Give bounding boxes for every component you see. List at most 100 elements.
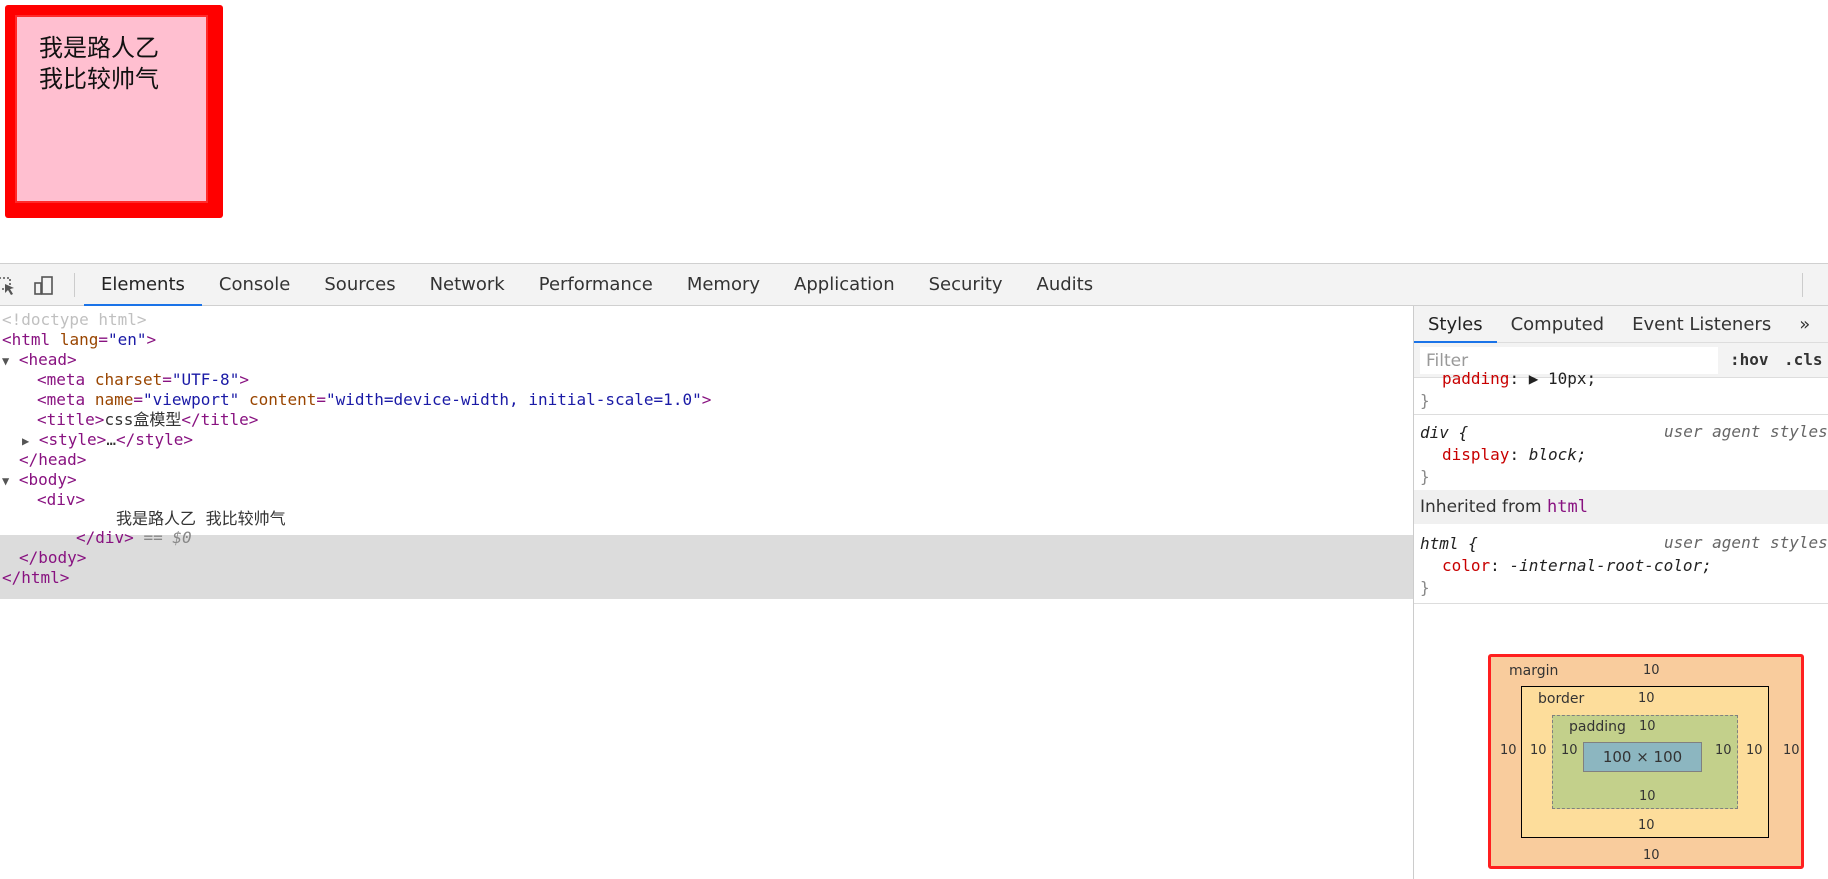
rule-close-brace: } (1420, 577, 1430, 599)
meta-tag: <meta (37, 390, 86, 409)
tab-event-listeners[interactable]: Event Listeners (1618, 306, 1785, 343)
tab-audits[interactable]: Audits (1020, 264, 1111, 306)
margin-bottom-value[interactable]: 10 (1643, 848, 1660, 863)
rule-color-line[interactable]: color: -internal-root-color; (1442, 555, 1712, 577)
tab-performance[interactable]: Performance (522, 264, 670, 306)
meta-attr-name: charset (94, 370, 163, 389)
style-open-tag: <style> (38, 430, 107, 449)
head-open-tag: <head> (18, 350, 77, 369)
demo-div-margin-area: 我是路人乙 我比较帅气 (5, 5, 223, 218)
tab-memory[interactable]: Memory (670, 264, 777, 306)
div-close-tag: </div> (76, 528, 134, 547)
inherited-label: Inherited from (1420, 497, 1542, 517)
margin-left-value[interactable]: 10 (1500, 743, 1517, 758)
inherited-tag-link[interactable]: html (1547, 497, 1588, 517)
inherited-from-header: Inherited from html (1414, 490, 1828, 524)
tab-console[interactable]: Console (202, 264, 307, 306)
dom-div-close[interactable]: </div> == $0 (76, 526, 192, 549)
border-left-value[interactable]: 10 (1530, 743, 1547, 758)
rule-display-line[interactable]: display: block; (1442, 444, 1587, 466)
dom-div-open[interactable]: <div> (37, 488, 85, 511)
rule-divider (1414, 414, 1828, 415)
styles-sidebar: Styles Computed Event Listeners » :hov .… (1413, 306, 1828, 879)
meta-tag: <meta (37, 370, 86, 389)
page-preview: 我是路人乙 我比较帅气 (0, 0, 1828, 263)
devtools-panel: Elements Console Sources Network Perform… (0, 263, 1828, 879)
padding-right-value[interactable]: 10 (1715, 743, 1732, 758)
sidebar-tabs: Styles Computed Event Listeners » (1414, 306, 1828, 343)
demo-line-2: 我比较帅气 (39, 65, 159, 93)
expand-triangle-icon[interactable]: ▼ (2, 474, 9, 488)
padding-left-value[interactable]: 10 (1561, 743, 1578, 758)
expand-triangle-icon[interactable]: ▼ (2, 354, 9, 368)
padding-bottom-value[interactable]: 10 (1639, 789, 1656, 804)
css-selector: html { (1420, 534, 1478, 553)
brace-close: } (1420, 467, 1430, 486)
meta-attr-value: "UTF-8" (171, 370, 240, 389)
css-property-name: display (1442, 445, 1510, 464)
tab-security[interactable]: Security (912, 264, 1020, 306)
selected-node-highlight (0, 535, 1413, 599)
rule-padding-line[interactable]: padding: ▶ 10px; (1442, 368, 1596, 390)
style-ellipsis: … (106, 430, 116, 449)
border-label: border (1538, 691, 1585, 707)
css-property-value: ▶ 10px; (1528, 369, 1597, 388)
tab-application[interactable]: Application (777, 264, 912, 306)
box-model-diagram[interactable]: margin 10 10 10 10 border 10 10 10 10 pa… (1488, 654, 1804, 869)
border-right-value[interactable]: 10 (1746, 743, 1763, 758)
dom-html-close[interactable]: </html> (2, 566, 69, 589)
tab-network[interactable]: Network (413, 264, 522, 306)
html-attr-name: lang (59, 330, 99, 349)
doctype-text: <!doctype html> (2, 310, 147, 329)
tab-elements[interactable]: Elements (84, 264, 202, 306)
margin-top-value[interactable]: 10 (1643, 663, 1660, 678)
more-tabs-icon[interactable]: » (1785, 306, 1824, 343)
html-close-tag: </html> (2, 568, 70, 587)
meta-attr-value: "width=device-width, initial-scale=1.0" (326, 390, 702, 409)
rule-source-link[interactable]: user agent stylesheet (1664, 422, 1828, 441)
margin-label: margin (1509, 663, 1559, 679)
css-property-name: padding (1442, 369, 1510, 388)
css-property-name: color (1442, 556, 1491, 575)
class-toggle[interactable]: .cls (1784, 350, 1823, 369)
div-open-tag: <div> (37, 490, 86, 509)
rule-source-link[interactable]: user agent stylesheet (1664, 533, 1828, 552)
toolbar-end-divider (1802, 273, 1803, 297)
title-close-tag: </title> (181, 410, 259, 429)
demo-line-1: 我是路人乙 (39, 34, 159, 62)
inspect-arrow-icon[interactable] (0, 275, 18, 297)
selected-node-marker: == $0 (143, 528, 192, 547)
box-model-border: border 10 10 10 10 padding 10 10 10 10 1… (1521, 686, 1769, 838)
demo-div: 我是路人乙 我比较帅气 (15, 15, 208, 203)
meta-attr-name: content (248, 390, 317, 409)
border-top-value[interactable]: 10 (1638, 691, 1655, 706)
tab-sources[interactable]: Sources (307, 264, 412, 306)
rule-divider (1414, 603, 1828, 604)
rule-close-brace: } (1420, 466, 1430, 488)
padding-label: padding (1569, 719, 1626, 735)
box-model-padding: padding 10 10 10 10 100 × 100 (1552, 715, 1738, 809)
tab-computed[interactable]: Computed (1497, 306, 1619, 343)
device-toolbar-icon[interactable] (33, 275, 55, 297)
css-property-value: -internal-root-color; (1509, 556, 1712, 575)
demo-div-text: 我是路人乙 我比较帅气 (39, 33, 159, 95)
body-open-tag: <body> (18, 470, 77, 489)
html-tag: <html (2, 330, 51, 349)
border-bottom-value[interactable]: 10 (1638, 818, 1655, 833)
collapse-triangle-icon[interactable]: ▶ (22, 434, 29, 448)
html-attr-value: "en" (107, 330, 147, 349)
margin-right-value[interactable]: 10 (1783, 743, 1800, 758)
meta-attr-name: name (94, 390, 134, 409)
box-model-content[interactable]: 100 × 100 (1583, 742, 1702, 772)
head-close-tag: </head> (19, 450, 87, 469)
body-close-tag: </body> (19, 548, 87, 567)
tab-styles[interactable]: Styles (1414, 306, 1497, 343)
rule-div-selector[interactable]: div { (1420, 422, 1468, 444)
title-open-tag: <title> (37, 410, 105, 429)
css-property-value: block; (1528, 445, 1587, 464)
rule-html-selector[interactable]: html { (1420, 533, 1478, 555)
css-selector: div { (1420, 423, 1469, 442)
hover-state-toggle[interactable]: :hov (1730, 350, 1769, 369)
devtools-tabs: Elements Console Sources Network Perform… (84, 264, 1110, 306)
padding-top-value[interactable]: 10 (1639, 719, 1656, 734)
